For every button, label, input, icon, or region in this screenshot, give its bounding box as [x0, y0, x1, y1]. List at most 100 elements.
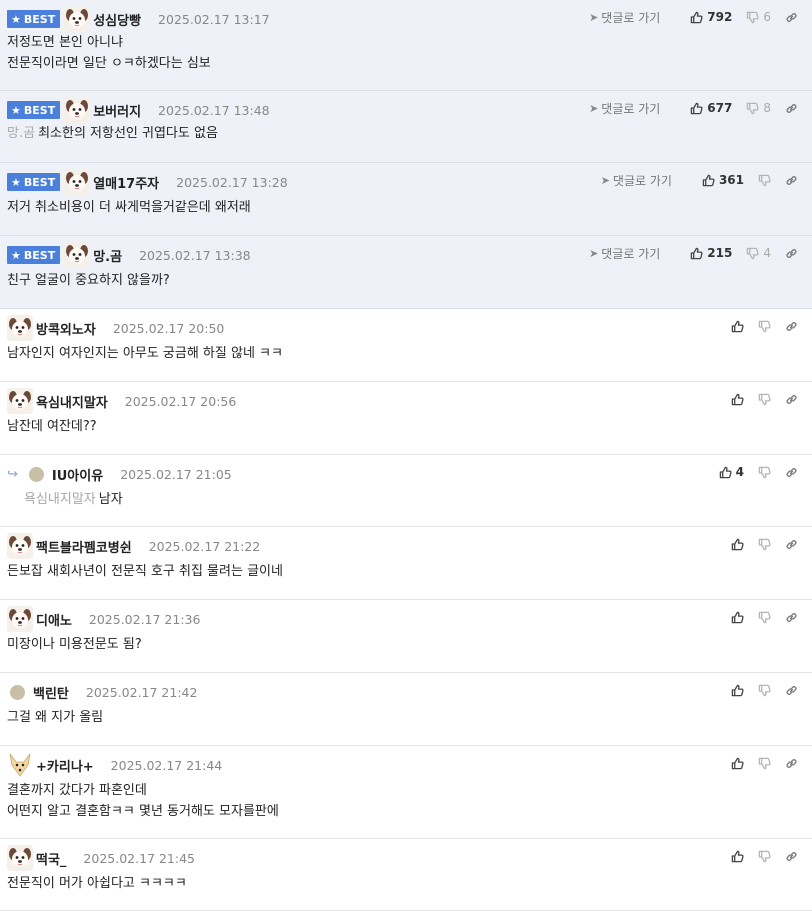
- avatar[interactable]: [64, 6, 91, 32]
- upvote-button[interactable]: [731, 757, 744, 770]
- comment-actions: [717, 534, 798, 554]
- share-link-button[interactable]: [785, 850, 798, 863]
- upvote-count: 677: [707, 101, 733, 115]
- thumb-up-icon: [719, 466, 732, 479]
- best-badge: ★ BEST: [7, 101, 61, 119]
- avatar[interactable]: [7, 752, 33, 778]
- comment-body: 저정도면 본인 아니냐 전문직이라면 일단 ㅇㅋ하겠다는 심보: [7, 32, 211, 74]
- avatar[interactable]: [64, 97, 91, 123]
- share-link-button[interactable]: [785, 684, 798, 697]
- goto-comment-link[interactable]: ➤ 댓글로 가기: [589, 9, 660, 26]
- downvote-button[interactable]: [758, 684, 771, 697]
- timestamp: 2025.02.17 20:50: [112, 320, 225, 336]
- comment-text: 미장이나 미용전문도 됨?: [7, 637, 142, 652]
- avatar[interactable]: [10, 684, 25, 700]
- comment-actions: ➤ 댓글로 가기 215 4: [589, 243, 798, 263]
- share-link-button[interactable]: [785, 538, 798, 551]
- comment-body: 전문직이 머가 아쉽다고 ㅋㅋㅋㅋ: [7, 873, 187, 894]
- downvote-button[interactable]: 8: [746, 101, 771, 115]
- avatar[interactable]: [28, 466, 44, 482]
- upvote-count: 215: [707, 246, 733, 260]
- mention[interactable]: 망.곰: [7, 126, 35, 141]
- nickname[interactable]: 팩트블라펨코병쉰: [36, 537, 132, 556]
- avatar[interactable]: [7, 606, 33, 632]
- upvote-button[interactable]: [731, 538, 744, 551]
- comment-body: 욕심내지말자 남자: [24, 489, 123, 510]
- upvote-button[interactable]: 4: [719, 465, 744, 479]
- upvote-button[interactable]: [731, 320, 744, 333]
- share-link-button[interactable]: [785, 393, 798, 406]
- nickname[interactable]: 디애노: [36, 610, 72, 629]
- timestamp: 2025.02.17 13:17: [158, 11, 270, 27]
- goto-comment-link[interactable]: ➤ 댓글로 가기: [589, 245, 660, 262]
- thumb-up-icon: [731, 538, 744, 551]
- avatar[interactable]: [7, 388, 33, 414]
- link-icon: [785, 466, 798, 479]
- upvote-button[interactable]: [731, 611, 744, 624]
- mention[interactable]: 욕심내지말자: [24, 492, 96, 507]
- comment-text: 든보잡 새회사년이 전문직 호구 취집 물려는 글이네: [7, 564, 283, 579]
- goto-comment-link[interactable]: ➤ 댓글로 가기: [601, 172, 672, 189]
- share-link-button[interactable]: [785, 247, 798, 260]
- nickname[interactable]: 망.곰: [93, 246, 122, 265]
- upvote-button[interactable]: 677: [690, 101, 732, 115]
- downvote-button[interactable]: [758, 393, 771, 406]
- comment-header: ★ BEST 성심당빵 2025.02.17 13:17: [7, 6, 270, 32]
- comment-header: ↪ IU아이유 2025.02.17 21:05: [7, 462, 232, 486]
- link-icon: [785, 850, 798, 863]
- downvote-button[interactable]: [758, 850, 771, 863]
- downvote-button[interactable]: [758, 611, 771, 624]
- nickname[interactable]: +카리나+: [36, 756, 94, 775]
- nickname[interactable]: 보버러지: [93, 101, 141, 120]
- share-link-button[interactable]: [785, 174, 798, 187]
- downvote-button[interactable]: 6: [746, 10, 771, 24]
- avatar[interactable]: [7, 533, 33, 559]
- nickname[interactable]: 백린탄: [33, 683, 69, 702]
- downvote-button[interactable]: 4: [746, 246, 771, 260]
- upvote-button[interactable]: [731, 393, 744, 406]
- upvote-button[interactable]: 215: [690, 246, 732, 260]
- downvote-button[interactable]: [758, 320, 771, 333]
- avatar[interactable]: [7, 315, 33, 341]
- comment-actions: [717, 846, 798, 866]
- nickname[interactable]: IU아이유: [52, 465, 103, 484]
- share-link-button[interactable]: [785, 320, 798, 333]
- thumb-down-icon: [758, 850, 771, 863]
- comment-body: 친구 얼굴이 중요하지 않을까?: [7, 270, 170, 291]
- upvote-button[interactable]: [731, 850, 744, 863]
- share-link-button[interactable]: [785, 466, 798, 479]
- comment-body: 미장이나 미용전문도 됨?: [7, 634, 142, 655]
- comment: 떡국_ 2025.02.17 21:45 전문직이 머가 아쉽다고 ㅋㅋㅋㅋ: [0, 839, 812, 911]
- share-link-button[interactable]: [785, 102, 798, 115]
- nickname[interactable]: 떡국_: [36, 849, 66, 868]
- thumb-down-icon: [758, 611, 771, 624]
- comment-text: 저거 취소비용이 더 싸게먹을거같은데 왜저래: [7, 200, 251, 215]
- downvote-button[interactable]: [758, 174, 771, 187]
- nickname[interactable]: 욕심내지말자: [36, 392, 108, 411]
- comment: 팩트블라펨코병쉰 2025.02.17 21:22 든보잡 새회사년이 전문직 호구…: [0, 527, 812, 600]
- downvote-button[interactable]: [758, 466, 771, 479]
- downvote-button[interactable]: [758, 538, 771, 551]
- share-link-button[interactable]: [785, 611, 798, 624]
- share-link-button[interactable]: [785, 11, 798, 24]
- comment-list: ★ BEST 성심당빵 2025.02.17 13:17 ➤ 댓글로 가기 792 6 저정도면…: [0, 0, 812, 911]
- comment-body: 그걸 왜 지가 올림: [7, 707, 103, 728]
- avatar[interactable]: [64, 169, 91, 195]
- upvote-button[interactable]: 792: [690, 10, 732, 24]
- upvote-button[interactable]: [731, 684, 744, 697]
- avatar[interactable]: [64, 242, 91, 268]
- downvote-button[interactable]: [758, 757, 771, 770]
- nickname[interactable]: 성심당빵: [93, 10, 141, 29]
- avatar[interactable]: [7, 845, 33, 871]
- link-icon: [785, 757, 798, 770]
- share-link-button[interactable]: [785, 757, 798, 770]
- comment-text: 남잔데 여잔데??: [7, 419, 97, 434]
- best-comment: ★ BEST 보버러지 2025.02.17 13:48 ➤ 댓글로 가기 677 8 망.곰 최…: [0, 91, 812, 163]
- timestamp: 2025.02.17 21:22: [148, 538, 261, 554]
- star-icon: ★: [11, 248, 21, 262]
- upvote-button[interactable]: 361: [702, 173, 744, 187]
- goto-comment-link[interactable]: ➤ 댓글로 가기: [589, 100, 660, 117]
- comment-text: 남자: [98, 492, 123, 507]
- nickname[interactable]: 열매17주자: [93, 173, 159, 192]
- nickname[interactable]: 방콕외노자: [36, 319, 96, 338]
